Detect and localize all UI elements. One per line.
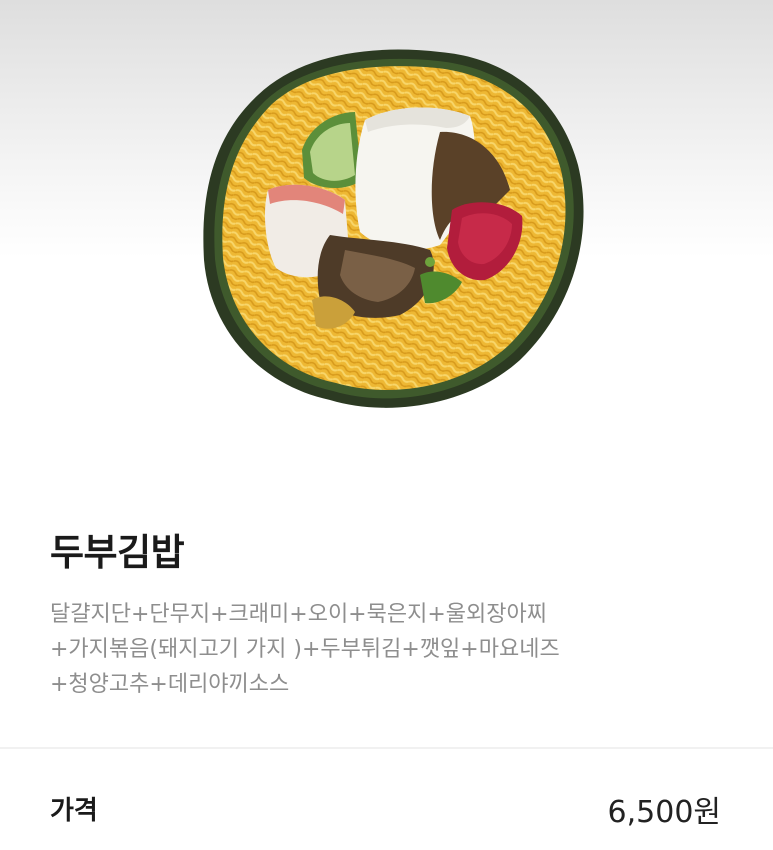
product-description: 달걀지단+단무지+크래미+오이+묵은지+울외장아찌 +가지볶음(돼지고기 가지 … [50,597,730,702]
price-label: 가격 [50,796,98,826]
gimbap-image [203,49,584,408]
section-divider [0,747,773,749]
description-line: +청양고추+데리야끼소스 [50,672,290,697]
description-line: +가지볶음(돼지고기 가지 )+두부튀김+깻잎+마요네즈 [50,637,560,662]
description-line: 달걀지단+단무지+크래미+오이+묵은지+울외장아찌 [50,602,547,627]
price-value: 6,500원 [607,795,721,830]
product-title: 두부김밥 [50,531,185,574]
product-image-area [0,0,773,470]
